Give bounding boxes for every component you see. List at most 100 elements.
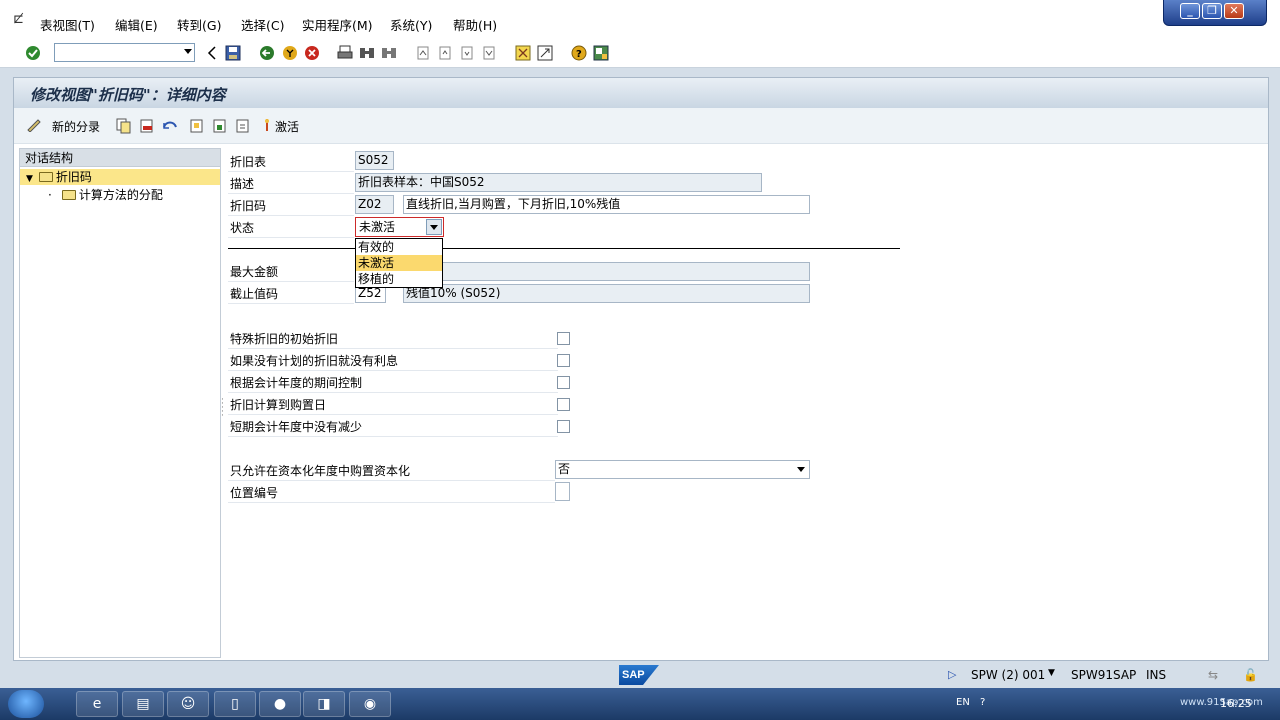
system-info-dropdown-icon[interactable]: ▼ xyxy=(1048,668,1055,678)
print-icon[interactable] xyxy=(336,44,353,61)
checkbox-label: 如果没有计划的折旧就没有利息 xyxy=(228,351,558,371)
checkbox-label: 折旧计算到购置日 xyxy=(228,395,558,415)
qq-icon[interactable]: ☺ xyxy=(167,691,209,717)
menu-bar: ⊏̸ 表视图(T) 编辑(E) 转到(G) 选择(C) 实用程序(M) 系统(Y… xyxy=(0,0,1280,38)
menu-goto[interactable]: 转到(G) xyxy=(177,15,221,34)
capitalize-label: 只允许在资本化年度中购置资本化 xyxy=(228,461,555,481)
minimize-button[interactable]: _ xyxy=(1180,3,1200,19)
find-icon[interactable] xyxy=(358,44,375,61)
select-all-icon[interactable] xyxy=(189,117,205,135)
save-icon[interactable] xyxy=(224,44,241,61)
activate-label: 激活 xyxy=(275,119,300,134)
previous-page-icon[interactable] xyxy=(437,44,454,61)
cancel-icon[interactable] xyxy=(303,44,320,61)
splitter-handle[interactable]: · · · · · xyxy=(221,396,224,421)
standard-toolbar: ? xyxy=(0,38,1280,68)
expand-triangle-icon[interactable]: ▼ xyxy=(26,171,33,187)
depr-key-field[interactable]: Z02 xyxy=(355,195,394,214)
description-field[interactable]: 折旧表样本：中国S052 xyxy=(355,173,762,192)
layout-menu-icon[interactable] xyxy=(592,44,609,61)
bullet-icon: · xyxy=(48,188,52,202)
sap-logo: SAP xyxy=(619,665,659,685)
lock-icon[interactable]: 🔓 xyxy=(1243,668,1258,682)
close-button[interactable]: ✕ xyxy=(1224,3,1244,19)
next-page-icon[interactable] xyxy=(459,44,476,61)
help-icon[interactable]: ? xyxy=(570,44,587,61)
menu-utilities[interactable]: 实用程序(M) xyxy=(302,15,373,34)
status-expand-icon[interactable]: ▷ xyxy=(948,668,956,681)
depr-table-field[interactable]: S052 xyxy=(355,151,394,170)
first-page-icon[interactable] xyxy=(415,44,432,61)
separator-line xyxy=(228,248,900,249)
capitalize-value: 否 xyxy=(558,462,571,476)
ie-icon[interactable]: e xyxy=(76,691,118,717)
windows-taskbar: e ▤ ☺ ▯ ● ◨ ◉ EN ? www.91Sap.com 16:25 xyxy=(0,688,1280,720)
option-active[interactable]: 有效的 xyxy=(356,239,442,255)
shortcut-icon[interactable] xyxy=(536,44,553,61)
menu-help[interactable]: 帮助(H) xyxy=(453,15,497,34)
notes-icon[interactable]: ▯ xyxy=(214,691,256,717)
copy-as-icon[interactable] xyxy=(116,117,132,135)
explorer-icon[interactable]: ▤ xyxy=(122,691,164,717)
menu-edit[interactable]: 编辑(E) xyxy=(115,15,158,34)
back-icon[interactable] xyxy=(258,44,275,61)
new-entry-label: 新的分录 xyxy=(52,119,101,134)
last-page-icon[interactable] xyxy=(481,44,498,61)
exit-icon[interactable] xyxy=(281,44,298,61)
command-field[interactable] xyxy=(54,43,195,62)
create-session-icon[interactable] xyxy=(514,44,531,61)
depr-key-text-field[interactable]: 直线折旧,当月购置，下月折旧,10%残值 xyxy=(403,195,810,214)
deselect-all-icon[interactable] xyxy=(235,117,251,135)
window-controls: _ ❐ ✕ xyxy=(1163,0,1267,26)
position-number-label: 位置编号 xyxy=(228,483,555,503)
language-indicator[interactable]: EN xyxy=(956,697,970,708)
dropdown-button[interactable] xyxy=(426,219,442,235)
option-inactive[interactable]: 未激活 xyxy=(356,255,442,271)
tree-node-calc-method[interactable]: · 计算方法的分配 xyxy=(20,187,220,203)
position-number-field[interactable] xyxy=(555,482,570,501)
folder-icon xyxy=(38,172,53,182)
find-next-icon[interactable] xyxy=(380,44,397,61)
tree-node-depreciation-key[interactable]: ▼ 折旧码 xyxy=(20,169,220,185)
chevron-down-icon[interactable] xyxy=(797,467,805,472)
activate-button[interactable]: 激活 xyxy=(263,117,299,135)
status-dropdown-list: 有效的 未激活 移植的 xyxy=(355,238,443,288)
folder-icon xyxy=(61,190,76,200)
application-toolbar: 新的分录 激活 xyxy=(14,108,1268,144)
checkbox-period-control[interactable] xyxy=(557,376,570,389)
chevron-down-icon xyxy=(430,225,438,230)
status-label: 状态 xyxy=(228,218,354,238)
enter-icon[interactable] xyxy=(24,44,41,61)
restore-button[interactable]: ❐ xyxy=(1202,3,1222,19)
pencil-icon xyxy=(26,118,42,135)
depr-key-label: 折旧码 xyxy=(228,196,354,216)
delete-icon[interactable] xyxy=(139,117,155,135)
checkbox-initial-special-depr[interactable] xyxy=(557,332,570,345)
window-menu-icon[interactable]: ⊏̸ xyxy=(13,12,29,27)
menu-system[interactable]: 系统(Y) xyxy=(390,15,432,34)
cutoff-key-text-field[interactable]: 残值10% (S052) xyxy=(403,284,810,303)
start-button[interactable] xyxy=(8,690,44,718)
option-migrated[interactable]: 移植的 xyxy=(356,271,442,287)
menu-table-view[interactable]: 表视图(T) xyxy=(40,15,95,34)
chevron-down-icon[interactable] xyxy=(184,49,192,54)
help-tray-icon[interactable]: ? xyxy=(980,697,985,708)
checkbox-no-interest[interactable] xyxy=(557,354,570,367)
back-arrow-icon[interactable] xyxy=(203,44,220,61)
media-player-icon[interactable]: ● xyxy=(259,691,301,717)
server-info: SPW91SAP xyxy=(1071,668,1137,682)
select-block-icon[interactable] xyxy=(212,117,228,135)
capitalize-dropdown[interactable]: 否 xyxy=(555,460,810,479)
clock[interactable]: 16:25 xyxy=(1220,697,1252,710)
checkbox-depr-to-acq-date[interactable] xyxy=(557,398,570,411)
chrome-icon[interactable]: ◉ xyxy=(349,691,391,717)
insert-mode: INS xyxy=(1146,668,1167,682)
new-entry-button[interactable]: 新的分录 xyxy=(26,117,100,135)
svg-text:?: ? xyxy=(576,49,582,60)
status-dropdown[interactable]: 未激活 xyxy=(355,217,444,237)
menu-selection[interactable]: 选择(C) xyxy=(241,15,284,34)
undo-change-icon[interactable] xyxy=(162,117,178,135)
sap-logon-icon[interactable]: ◨ xyxy=(303,691,345,717)
status-value: 未激活 xyxy=(359,220,396,234)
checkbox-no-reduction-short-fy[interactable] xyxy=(557,420,570,433)
